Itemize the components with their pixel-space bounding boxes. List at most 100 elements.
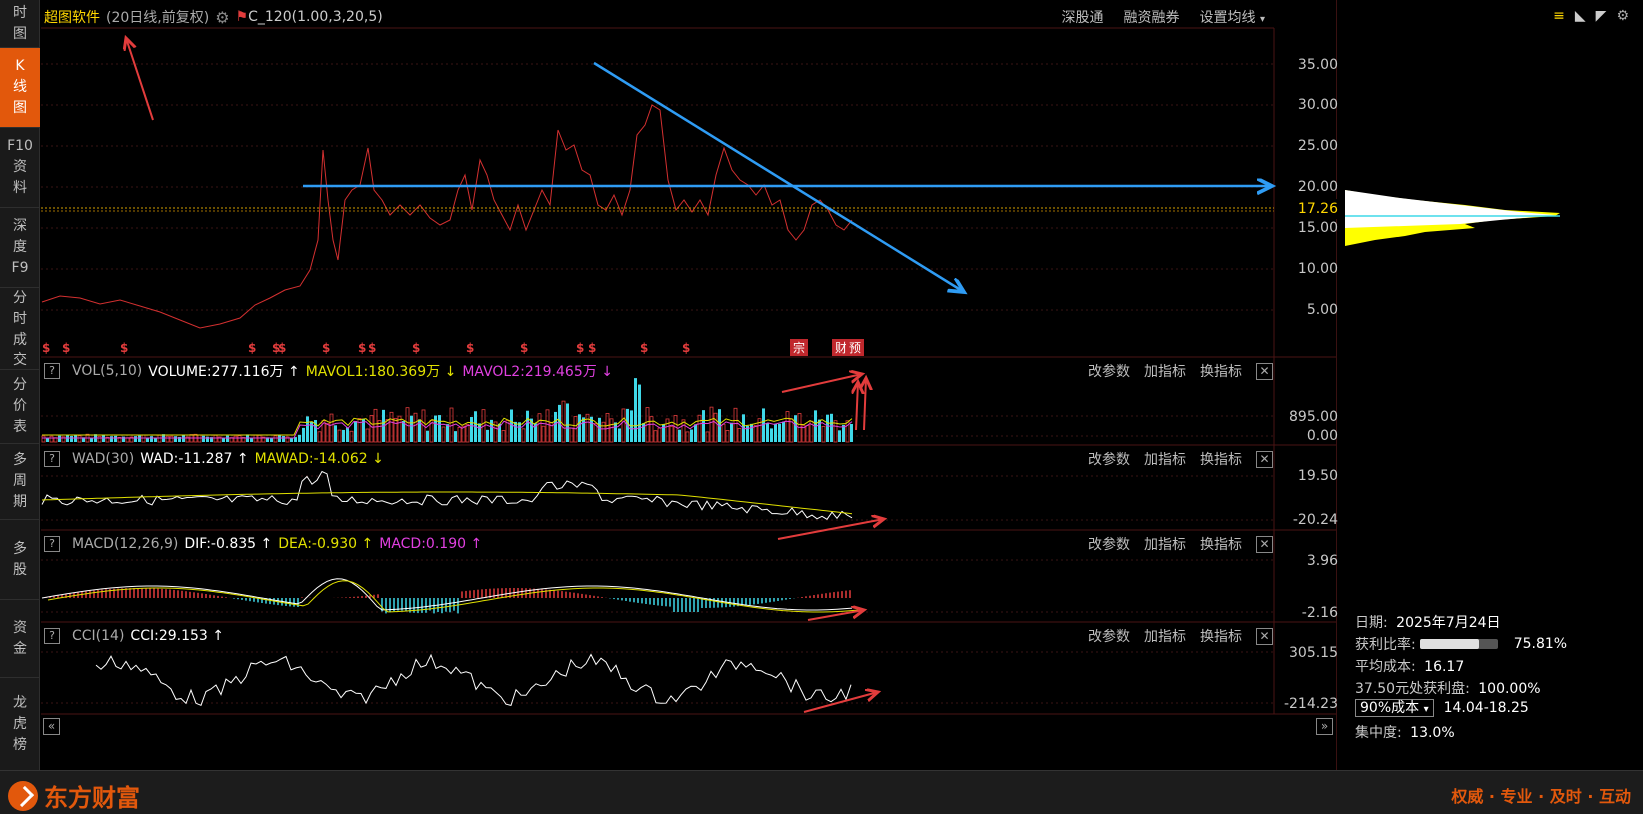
help-icon[interactable]: ? xyxy=(44,628,60,644)
add-indicator-button[interactable]: 加指标 xyxy=(1144,626,1186,646)
volume-bar xyxy=(454,431,457,442)
profit-at-value: 100.00% xyxy=(1478,681,1541,697)
volume-bar xyxy=(598,417,601,442)
y-label: 5.00 xyxy=(1306,302,1338,318)
flag-white-icon[interactable]: ◤ xyxy=(1596,8,1607,24)
profit-value: 75.81% xyxy=(1513,636,1568,652)
y-label: -20.24 xyxy=(1292,512,1338,528)
close-icon[interactable]: ✕ xyxy=(1256,535,1273,553)
volume-bar xyxy=(730,422,733,442)
volume-bar xyxy=(438,415,441,442)
wad-name: WAD(30) xyxy=(72,451,135,467)
volume-bar xyxy=(273,435,278,443)
volume-bar xyxy=(478,423,481,442)
add-indicator-button[interactable]: 加指标 xyxy=(1144,534,1186,554)
switch-indicator-button[interactable]: 换指标 xyxy=(1200,534,1242,554)
price-line: $ $ $ $ $$ $ $ $ $ $ $ $ $ $ $ xyxy=(41,104,1274,355)
volume-bar xyxy=(465,423,470,443)
scroll-left-icon[interactable]: « xyxy=(43,718,60,735)
chip-toolbar: ≡ ◣ ◤ ⚙ xyxy=(1553,8,1629,24)
macd-tools: 改参数 加指标 换指标 ✕ xyxy=(1088,533,1273,555)
volume-bar xyxy=(801,425,806,443)
date-row: 日期: 2025年7月24日 xyxy=(1355,612,1501,632)
profit-at-row: 37.50元处获利盘: 100.00% xyxy=(1355,678,1541,698)
edit-params-button[interactable]: 改参数 xyxy=(1088,534,1130,554)
switch-indicator-button[interactable]: 换指标 xyxy=(1200,626,1242,646)
volume-bar xyxy=(434,415,437,442)
wad-header: ? WAD(30) WAD:-11.287 ↑ MAWAD:-14.062 ↓ xyxy=(44,448,384,470)
close-icon[interactable]: ✕ xyxy=(1256,362,1273,380)
add-indicator-button[interactable]: 加指标 xyxy=(1144,361,1186,381)
volume-bar xyxy=(97,435,102,443)
edit-params-button[interactable]: 改参数 xyxy=(1088,626,1130,646)
volume-bar xyxy=(329,413,334,443)
volume-bar xyxy=(826,414,829,442)
volume-bar xyxy=(794,415,797,442)
y-label: 305.15 xyxy=(1289,645,1338,661)
help-icon[interactable]: ? xyxy=(44,451,60,467)
volume-bar xyxy=(690,429,693,442)
volume-bar xyxy=(638,384,641,442)
close-icon[interactable]: ✕ xyxy=(1256,627,1273,645)
volume-bar xyxy=(585,413,590,443)
annotation-arrow xyxy=(126,38,154,121)
volume-bar xyxy=(257,434,262,443)
cci-text: CCI:29.153 xyxy=(130,628,208,644)
volume-bar xyxy=(306,416,309,442)
y-label: 3.96 xyxy=(1306,553,1338,569)
volume-bar xyxy=(354,421,357,442)
gear-icon[interactable]: ⚙ xyxy=(1616,8,1629,24)
annotation-arrow xyxy=(803,692,878,713)
volume-bars xyxy=(41,378,853,443)
volume-bar xyxy=(657,427,662,443)
volume-bar xyxy=(150,436,153,442)
volume-bar xyxy=(182,435,185,442)
price-series xyxy=(41,104,853,329)
y-label: 895.00 xyxy=(1289,409,1338,425)
event-marker-yu[interactable]: 预 xyxy=(846,339,865,356)
help-icon[interactable]: ? xyxy=(44,363,60,379)
wad-tools: 改参数 加指标 换指标 ✕ xyxy=(1088,448,1273,470)
edit-params-button[interactable]: 改参数 xyxy=(1088,361,1130,381)
help-icon[interactable]: ? xyxy=(44,536,60,552)
volume-bar xyxy=(250,437,253,442)
volume-bar xyxy=(569,427,574,443)
volume-bar xyxy=(778,423,781,442)
volume-bar xyxy=(753,425,758,443)
switch-indicator-button[interactable]: 换指标 xyxy=(1200,361,1242,381)
volume-bar xyxy=(721,423,726,443)
avg-cost-label: 平均成本: xyxy=(1355,659,1416,675)
volume-bar xyxy=(582,417,585,442)
mavol2-value: MAVOL2:219.465万 ↓ xyxy=(462,364,613,380)
avg-cost-row: 平均成本: 16.17 xyxy=(1355,656,1464,676)
volume-bar xyxy=(526,410,529,442)
volume-bar xyxy=(541,425,546,443)
last-price-tag: 17.26 xyxy=(1290,199,1338,219)
switch-indicator-button[interactable]: 换指标 xyxy=(1200,449,1242,469)
cost-select[interactable]: 90%成本 ▾ xyxy=(1355,699,1434,717)
scroll-right-icon[interactable]: » xyxy=(1316,718,1333,735)
volume-bar xyxy=(174,436,177,442)
volume-bar xyxy=(165,435,170,443)
volume-bar xyxy=(373,408,378,443)
dea-value: DEA:-0.930 ↑ xyxy=(278,536,374,552)
volume-bar xyxy=(609,418,614,443)
mavol1-value: MAVOL1:180.369万 ↓ xyxy=(305,364,457,380)
volume-bar xyxy=(233,435,238,443)
close-icon[interactable]: ✕ xyxy=(1256,450,1273,468)
volume-bar xyxy=(470,417,473,442)
volume-bar xyxy=(702,410,705,442)
volume-bar xyxy=(673,415,678,443)
edit-params-button[interactable]: 改参数 xyxy=(1088,449,1130,469)
dif-text: DIF:-0.835 xyxy=(184,536,257,552)
macd-text: MACD:0.190 xyxy=(379,536,467,552)
volume-bar xyxy=(413,412,418,443)
flag-yellow-icon[interactable]: ◣ xyxy=(1575,8,1586,24)
bars-icon[interactable]: ≡ xyxy=(1553,8,1565,24)
add-indicator-button[interactable]: 加指标 xyxy=(1144,449,1186,469)
volume-bar xyxy=(134,436,137,442)
volume-bar xyxy=(733,407,738,443)
cci-name: CCI(14) xyxy=(72,628,125,644)
mavol2-text: MAVOL2:219.465万 xyxy=(462,364,597,380)
event-marker-zong[interactable]: 宗 xyxy=(790,339,809,356)
